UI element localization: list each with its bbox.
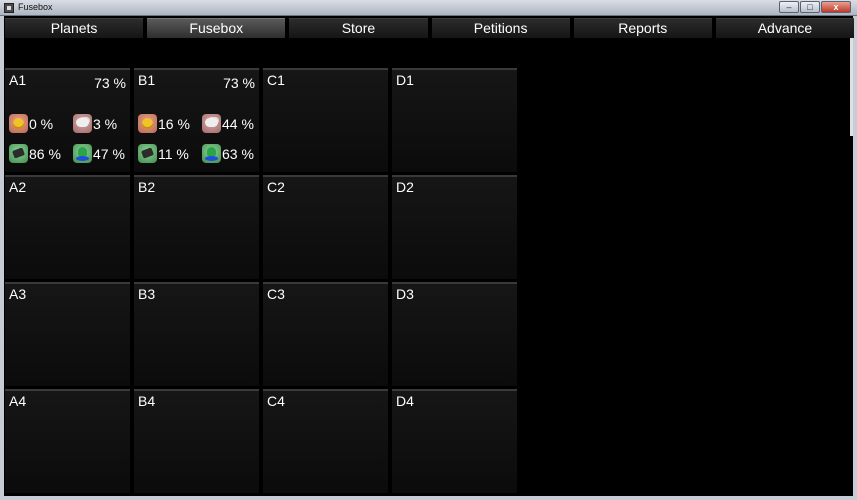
cell-label: C4 xyxy=(267,393,285,409)
industry-value: 86 % xyxy=(29,145,61,162)
cell-label: B3 xyxy=(138,286,156,302)
cell-label: B4 xyxy=(138,393,156,409)
cell-label: A1 xyxy=(9,72,27,88)
farming-stat: 63 % xyxy=(202,144,254,163)
pollution-stat: 3 % xyxy=(73,114,117,133)
industry-stat: 11 % xyxy=(138,144,189,163)
pollution-cloud-icon xyxy=(202,114,221,133)
fuse-cell-a4[interactable]: A4 xyxy=(5,389,130,493)
cell-label: C2 xyxy=(267,179,285,195)
window-titlebar[interactable]: Fusebox – □ x xyxy=(0,0,857,16)
app-icon xyxy=(4,3,14,13)
fuse-cell-a2[interactable]: A2 xyxy=(5,175,130,279)
fuse-cell-b4[interactable]: B4 xyxy=(134,389,259,493)
cell-label: D3 xyxy=(396,286,414,302)
tab-advance[interactable]: Advance xyxy=(715,18,855,38)
cell-label: B2 xyxy=(138,179,156,195)
industry-value: 11 % xyxy=(158,145,189,162)
fuse-cell-d2[interactable]: D2 xyxy=(392,175,517,279)
farming-value: 47 % xyxy=(93,145,125,162)
pollution-value: 44 % xyxy=(222,115,254,132)
fuse-cell-a3[interactable]: A3 xyxy=(5,282,130,386)
unhappiness-value: 16 % xyxy=(158,115,190,132)
fuse-cell-c4[interactable]: C4 xyxy=(263,389,388,493)
tab-store[interactable]: Store xyxy=(289,18,428,38)
fuse-cell-c3[interactable]: C3 xyxy=(263,282,388,386)
unhappy-face-icon xyxy=(138,114,157,133)
farming-value: 63 % xyxy=(222,145,254,162)
fuse-cell-d1[interactable]: D1 xyxy=(392,68,517,172)
tab-fusebox[interactable]: Fusebox xyxy=(147,18,286,38)
maximize-button[interactable]: □ xyxy=(800,1,820,13)
close-button[interactable]: x xyxy=(821,1,851,13)
fuse-cell-a1[interactable]: A1 73 % 0 % 3 % 86 % 47 % xyxy=(5,68,130,172)
fuse-cell-c2[interactable]: C2 xyxy=(263,175,388,279)
fuse-cell-b3[interactable]: B3 xyxy=(134,282,259,386)
fuse-cell-b2[interactable]: B2 xyxy=(134,175,259,279)
farming-icon xyxy=(73,144,92,163)
industry-icon xyxy=(9,144,28,163)
window-frame-left xyxy=(0,16,4,500)
cell-label: D1 xyxy=(396,72,414,88)
window-frame-bottom xyxy=(0,496,857,500)
unhappiness-value: 0 % xyxy=(29,115,54,132)
window-title: Fusebox xyxy=(18,2,53,12)
cell-label: A4 xyxy=(9,393,27,409)
unhappiness-stat: 0 % xyxy=(9,114,53,133)
pollution-stat: 44 % xyxy=(202,114,254,133)
pollution-cloud-icon xyxy=(73,114,92,133)
industry-icon xyxy=(138,144,157,163)
cell-percent: 73 % xyxy=(223,75,255,91)
cell-label: C1 xyxy=(267,72,285,88)
tab-planets[interactable]: Planets xyxy=(5,18,144,38)
cell-percent: 73 % xyxy=(94,75,126,91)
cell-label: A3 xyxy=(9,286,27,302)
window-controls: – □ x xyxy=(779,1,851,13)
cell-label: D4 xyxy=(396,393,414,409)
unhappy-face-icon xyxy=(9,114,28,133)
cell-label: A2 xyxy=(9,179,27,195)
tab-bar: Planets Fusebox Store Petitions Reports … xyxy=(5,18,855,38)
fuse-cell-d4[interactable]: D4 xyxy=(392,389,517,493)
cell-label: D2 xyxy=(396,179,414,195)
window-frame-right xyxy=(853,16,857,500)
industry-stat: 86 % xyxy=(9,144,61,163)
cell-label: C3 xyxy=(267,286,285,302)
fuse-cell-d3[interactable]: D3 xyxy=(392,282,517,386)
farming-icon xyxy=(202,144,221,163)
fusebox-grid: A1 73 % 0 % 3 % 86 % 47 % B1 73 % 16 % 4… xyxy=(5,68,517,493)
fuse-cell-c1[interactable]: C1 xyxy=(263,68,388,172)
farming-stat: 47 % xyxy=(73,144,125,163)
pollution-value: 3 % xyxy=(93,115,118,132)
cell-label: B1 xyxy=(138,72,156,88)
minimize-button[interactable]: – xyxy=(779,1,799,13)
tab-petitions[interactable]: Petitions xyxy=(431,18,570,38)
tab-reports[interactable]: Reports xyxy=(573,18,712,38)
unhappiness-stat: 16 % xyxy=(138,114,190,133)
fuse-cell-b1[interactable]: B1 73 % 16 % 44 % 11 % 63 % xyxy=(134,68,259,172)
